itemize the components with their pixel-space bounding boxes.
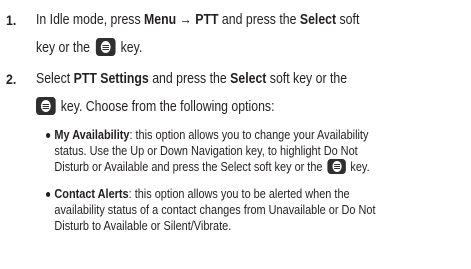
menu-ok-key-icon	[36, 97, 56, 116]
option-desc-2: availability status of a contact changes…	[54, 202, 376, 217]
step-1-text-a: In Idle mode, press	[36, 11, 145, 28]
option-desc-3: Disturb or Available and press the Selec…	[54, 159, 326, 174]
step-2-text-e: soft key or the	[266, 70, 348, 87]
ptt-settings-label: PTT Settings	[73, 70, 149, 87]
step-2-text: Select PTT Settings and press the Select…	[36, 65, 397, 121]
option-my-availability: My Availability: this option allows you …	[46, 127, 441, 175]
step-1-text-e: soft	[336, 11, 360, 28]
menu-ok-key-icon	[327, 158, 346, 174]
option-desc-2: status. Use the Up or Down Navigation ke…	[54, 143, 358, 158]
option-term: Contact Alerts	[54, 186, 129, 201]
step-2-number: 2.	[6, 71, 17, 87]
menu-ptt-label: Menu → PTT	[144, 11, 219, 28]
option-desc-3: Disturb to Available or Silent/Vibrate.	[54, 218, 232, 233]
select-label: Select	[230, 70, 267, 87]
bullet-dot	[46, 133, 51, 138]
manual-page: 1. In Idle mode, press Menu → PTT and pr…	[0, 0, 471, 269]
option-desc-1: : this option allows you to change your …	[129, 127, 369, 142]
option-desc-1: : this option allows you to be alerted w…	[128, 186, 350, 201]
option-desc-4: key.	[347, 159, 370, 174]
step-1-text: In Idle mode, press Menu → PTT and press…	[36, 6, 397, 62]
step-1-number: 1.	[6, 12, 17, 28]
option-term: My Availability	[54, 127, 130, 142]
option-contact-alerts: Contact Alerts: this option allows you t…	[46, 186, 441, 234]
step-1-text-g: key.	[117, 39, 143, 56]
step-2-text-c: and press the	[148, 70, 231, 87]
bullet-dot	[46, 192, 51, 197]
select-label: Select	[299, 11, 337, 28]
step-2-text-a: Select	[36, 70, 74, 87]
step-2-text-f: key. Choose from the following options:	[57, 98, 275, 115]
step-1-text-c: and press the	[218, 11, 300, 28]
menu-ok-key-icon	[95, 38, 116, 57]
step-1-text-f: key or the	[36, 39, 94, 56]
